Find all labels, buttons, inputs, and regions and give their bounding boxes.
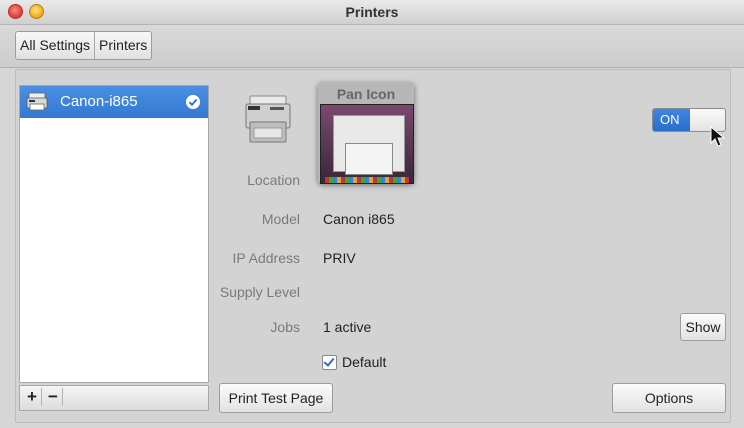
supply-level-label: Supply Level — [219, 284, 300, 300]
location-label: Location — [247, 172, 300, 188]
remove-printer-button[interactable]: − — [44, 388, 63, 406]
screen-thumbnail — [320, 104, 414, 184]
printer-name: Canon-i865 — [60, 93, 138, 110]
breadcrumb: All Settings Printers — [15, 31, 153, 60]
printer-large-icon — [245, 95, 291, 143]
mouse-pointer-icon — [710, 126, 726, 147]
show-jobs-button[interactable]: Show — [680, 313, 726, 341]
printer-list-controls: + − — [19, 385, 209, 411]
options-button[interactable]: Options — [612, 383, 726, 413]
printer-list-item[interactable]: Canon-i865 — [20, 86, 208, 118]
all-settings-button[interactable]: All Settings — [16, 32, 94, 59]
default-printer-option[interactable]: Default — [322, 353, 386, 371]
jobs-value: 1 active — [323, 319, 372, 335]
pan-icon-overlay[interactable]: Pan Icon — [318, 82, 414, 184]
ip-address-value: PRIV — [323, 250, 356, 266]
model-label: Model — [261, 211, 300, 227]
default-checkbox[interactable] — [322, 354, 337, 370]
thumbnail-dialog — [345, 143, 393, 175]
toolbar: All Settings Printers — [0, 25, 744, 68]
thumbnail-dock — [325, 177, 409, 183]
printer-icon — [26, 92, 48, 111]
pan-icon-title: Pan Icon — [336, 86, 396, 102]
jobs-label: Jobs — [270, 319, 300, 335]
print-test-page-button[interactable]: Print Test Page — [219, 383, 333, 413]
window-title: Printers — [345, 4, 399, 20]
printer-list[interactable]: Canon-i865 — [19, 85, 209, 383]
title-bar: Printers — [0, 0, 744, 25]
add-printer-button[interactable]: + — [23, 388, 42, 406]
toggle-on-label: ON — [653, 109, 690, 131]
ip-address-label: IP Address — [232, 250, 300, 266]
default-printer-check-icon — [186, 95, 200, 109]
printers-breadcrumb-button[interactable]: Printers — [94, 32, 151, 59]
model-value: Canon i865 — [323, 211, 395, 227]
default-label: Default — [342, 354, 387, 370]
